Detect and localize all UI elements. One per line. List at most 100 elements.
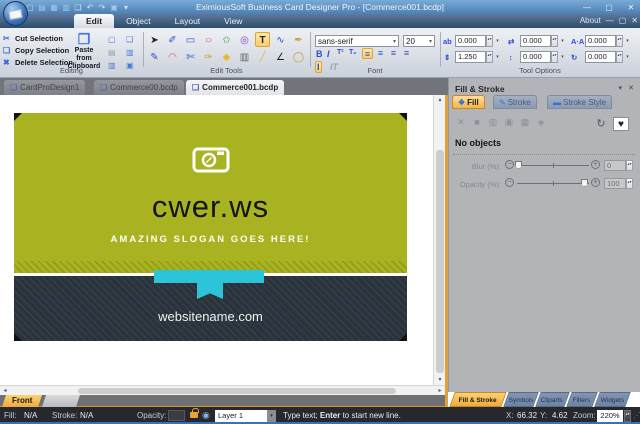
opacity-value-field[interactable]: 100 bbox=[604, 178, 626, 189]
opacity-plus-button[interactable]: + bbox=[591, 178, 600, 187]
scroll-down-icon[interactable]: ▾ bbox=[435, 375, 445, 385]
fill-shape-icon[interactable]: ♥ bbox=[613, 117, 629, 131]
spinner[interactable]: ▴▾ bbox=[551, 51, 558, 63]
eye-icon[interactable]: ◉ bbox=[202, 410, 210, 421]
align-justify-button[interactable]: ≡ bbox=[401, 48, 412, 59]
tab-object[interactable]: Object bbox=[114, 14, 163, 28]
blur-slider-thumb[interactable] bbox=[515, 161, 522, 169]
align-left-button[interactable]: ≡ bbox=[362, 48, 373, 59]
clipboard-option-icon-2[interactable]: ▥ bbox=[126, 48, 134, 57]
eyedropper-tool[interactable]: ✑ bbox=[201, 50, 216, 65]
opacity-input[interactable] bbox=[168, 410, 185, 421]
save-icon[interactable]: ▦ bbox=[50, 3, 58, 12]
chevron-down-icon[interactable]: ▾ bbox=[267, 410, 276, 422]
eraser-tool[interactable]: ◆ bbox=[219, 50, 234, 65]
linear-gradient-icon[interactable]: ▥ bbox=[487, 117, 499, 128]
blur-value-field[interactable]: 0 bbox=[604, 160, 626, 171]
zoom-input[interactable]: 220% bbox=[597, 410, 623, 422]
close-button[interactable]: ✕ bbox=[624, 3, 638, 12]
cut-selection-button[interactable]: ✂ Cut Selection bbox=[3, 34, 63, 43]
window-icon[interactable]: ❏ bbox=[74, 3, 82, 12]
measure-tool[interactable]: ╱ bbox=[255, 50, 270, 65]
letter-spacing-field[interactable]: 0.000 bbox=[455, 35, 486, 47]
polygon-tool[interactable]: ∠ bbox=[273, 50, 288, 65]
no-fill-icon[interactable]: ✕ bbox=[455, 117, 467, 128]
tab-layout[interactable]: Layout bbox=[163, 14, 213, 28]
baseline-shift-field[interactable]: 0.000 bbox=[520, 51, 551, 63]
kerning-field[interactable]: 0.000 bbox=[585, 35, 616, 47]
child-restore-button[interactable]: ▢ bbox=[619, 16, 627, 25]
child-close-button[interactable]: ✕ bbox=[631, 16, 638, 25]
knife-tool[interactable]: ✄ bbox=[183, 50, 198, 65]
freehand-tool[interactable]: ✎ bbox=[147, 50, 162, 65]
rotation-field[interactable]: 0.000 bbox=[585, 51, 616, 63]
doctab-commerce001[interactable]: ❑ Commerce001.bcdp bbox=[186, 80, 284, 95]
spiral-tool[interactable]: ◎ bbox=[237, 33, 252, 48]
circle-select-tool[interactable]: ◯ bbox=[291, 50, 306, 65]
texture-fill-icon[interactable]: ◈ bbox=[535, 117, 547, 128]
bottom-tab-filters[interactable]: Filters bbox=[566, 392, 597, 407]
about-button[interactable]: About bbox=[580, 16, 601, 25]
tab-edit[interactable]: Edit bbox=[74, 14, 114, 28]
opacity-slider-thumb[interactable] bbox=[581, 179, 588, 187]
doctab-commerce00[interactable]: ❑ Commerce00.bcdp bbox=[94, 80, 184, 95]
spinner[interactable]: ▴▾ bbox=[626, 178, 633, 189]
font-family-select[interactable]: sans-serif▾ bbox=[315, 35, 399, 47]
save-all-icon[interactable]: ▥ bbox=[62, 3, 70, 12]
bottom-tab-cliparts[interactable]: Cliparts bbox=[535, 392, 569, 407]
stroke-tab[interactable]: ✎ Stroke bbox=[493, 95, 537, 109]
subscript-button[interactable]: T₂ bbox=[349, 49, 356, 56]
line-spacing-field[interactable]: 1.250 bbox=[455, 51, 486, 63]
star-tool[interactable]: ✩ bbox=[219, 33, 234, 48]
business-card[interactable]: cwer.ws AMAZING SLOGAN GOES HERE! websit… bbox=[14, 113, 407, 341]
card-company-name[interactable]: cwer.ws bbox=[14, 189, 407, 225]
undo-icon[interactable]: ↶ bbox=[86, 3, 94, 12]
design-canvas[interactable]: cwer.ws AMAZING SLOGAN GOES HERE! websit… bbox=[0, 95, 433, 385]
bottom-tab-symbols[interactable]: Symbols bbox=[503, 392, 538, 407]
paste-option-icon-2[interactable]: ▤ bbox=[108, 48, 116, 57]
chevron-down-icon[interactable]: ▾ bbox=[559, 35, 566, 47]
radial-gradient-icon[interactable]: ▣ bbox=[503, 117, 515, 128]
spinner[interactable]: ▴▾ bbox=[486, 51, 493, 63]
spinner[interactable]: ▴▾ bbox=[626, 160, 633, 171]
spinner[interactable]: ▴▾ bbox=[486, 35, 493, 47]
italic-button[interactable]: I bbox=[327, 49, 330, 59]
opacity-minus-button[interactable]: − bbox=[505, 178, 514, 187]
zoom-spinner[interactable]: ▴▾ bbox=[624, 410, 631, 422]
align-right-button[interactable]: ≡ bbox=[388, 48, 399, 59]
open-document-icon[interactable]: ▤ bbox=[38, 3, 46, 12]
fill-tab[interactable]: ❖ Fill bbox=[452, 95, 485, 109]
stroke-style-tab[interactable]: ▬ Stroke Style bbox=[547, 95, 612, 109]
horizontal-scroll-thumb[interactable] bbox=[78, 388, 396, 394]
align-center-button[interactable]: ≡ bbox=[375, 48, 386, 59]
bold-button[interactable]: B bbox=[316, 49, 323, 59]
front-page-tab[interactable]: Front bbox=[2, 395, 42, 407]
font-size-select[interactable]: 20▾ bbox=[403, 35, 435, 47]
chevron-down-icon[interactable]: ▾ bbox=[624, 35, 631, 47]
paste-option-icon-1[interactable]: ▢ bbox=[108, 35, 116, 44]
card-website[interactable]: websitename.com bbox=[14, 309, 407, 324]
chevron-down-icon[interactable]: ▾ bbox=[624, 51, 631, 63]
arc-tool[interactable]: ◠ bbox=[165, 50, 180, 65]
select-tool[interactable]: ➤ bbox=[147, 33, 162, 48]
panel-close-icon[interactable]: ✕ bbox=[628, 84, 634, 92]
vertical-scrollbar[interactable]: ▴ ▾ bbox=[433, 95, 445, 385]
doctab-cardprodesign1[interactable]: ❑ CardProDesign1 bbox=[4, 80, 85, 95]
vertical-scroll-thumb[interactable] bbox=[436, 150, 444, 373]
customize-toolbar-icon[interactable]: ▾ bbox=[122, 3, 130, 12]
card-slogan[interactable]: AMAZING SLOGAN GOES HERE! bbox=[14, 234, 407, 245]
word-spacing-field[interactable]: 0.000 bbox=[520, 35, 551, 47]
chevron-down-icon[interactable]: ▾ bbox=[559, 51, 566, 63]
chevron-down-icon[interactable]: ▾ bbox=[494, 35, 501, 47]
copy-selection-button[interactable]: ❏ Copy Selection bbox=[3, 46, 69, 55]
calligraphy-tool[interactable]: ✒ bbox=[291, 33, 306, 48]
superscript-button[interactable]: T² bbox=[337, 49, 344, 56]
lock-icon[interactable] bbox=[190, 412, 198, 418]
clipboard-option-icon-1[interactable]: ❏ bbox=[126, 35, 133, 44]
resize-grip[interactable]: ⋰ bbox=[633, 411, 640, 420]
text-tool[interactable]: T bbox=[255, 32, 270, 47]
panel-collapse-icon[interactable]: ▾ bbox=[618, 84, 622, 92]
blur-minus-button[interactable]: − bbox=[505, 160, 514, 169]
bottom-tab-fill-stroke[interactable]: Fill & Stroke bbox=[449, 392, 506, 407]
solid-fill-icon[interactable]: ■ bbox=[471, 117, 483, 127]
